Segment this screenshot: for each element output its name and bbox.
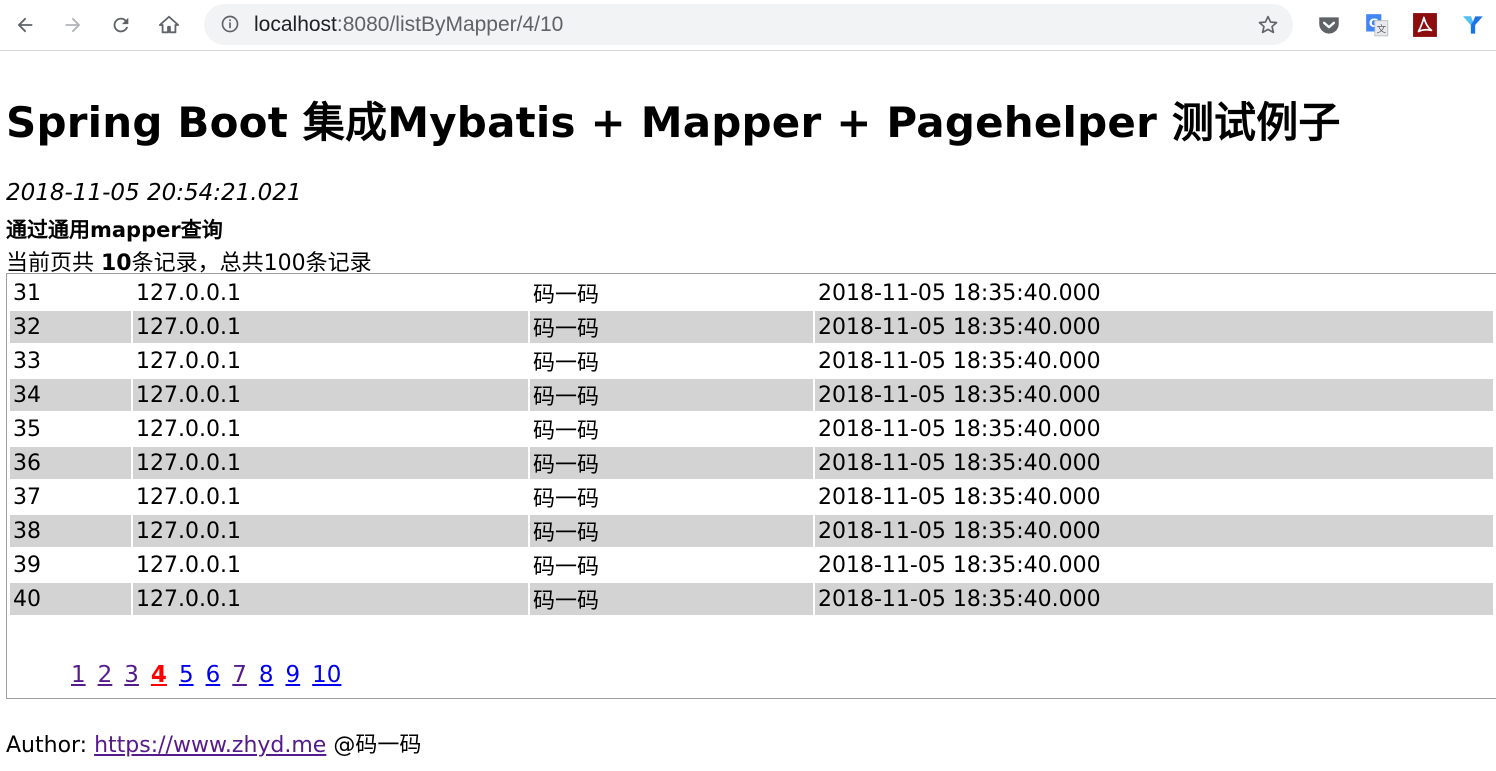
back-button[interactable] — [8, 8, 42, 42]
cell-id: 36 — [10, 447, 131, 479]
url-host: localhost — [254, 13, 337, 36]
cell-ip: 127.0.0.1 — [133, 583, 528, 615]
cell-time: 2018-11-05 18:35:40.000 — [815, 379, 1493, 411]
cell-time: 2018-11-05 18:35:40.000 — [818, 552, 1101, 578]
cell-user: 码一码 — [530, 311, 813, 343]
forward-icon — [65, 17, 81, 33]
table-row: 36 127.0.0.1 码一码 2018-11-05 18:35:40.000 — [10, 447, 1493, 479]
cell-time: 2018-11-05 18:35:40.000 — [815, 311, 1493, 343]
cell-user: 码一码 — [533, 283, 600, 308]
author-line: Author: https://www.zhyd.me @码一码 — [6, 727, 421, 759]
cell-id: 37 — [13, 484, 41, 510]
cell-time: 2018-11-05 18:35:40.000 — [818, 416, 1101, 442]
author-link[interactable]: https://www.zhyd.me — [94, 733, 326, 758]
cell-time: 2018-11-05 18:35:40.000 — [815, 583, 1493, 615]
forward-button[interactable] — [56, 8, 90, 42]
cell-ip: 127.0.0.1 — [133, 379, 528, 411]
reload-button[interactable] — [104, 8, 138, 42]
cell-id: 31 — [13, 280, 41, 306]
page-link-8[interactable]: 8 — [259, 662, 274, 688]
cell-id: 33 — [13, 348, 41, 374]
info-icon[interactable] — [220, 14, 240, 34]
cell-user: 码一码 — [533, 351, 600, 376]
cell-id: 38 — [10, 515, 131, 547]
acrobat-icon[interactable] — [1412, 12, 1438, 38]
table-row: 39 127.0.0.1 码一码 2018-11-05 18:35:40.000 — [10, 549, 1493, 581]
table-row: 38 127.0.0.1 码一码 2018-11-05 18:35:40.000 — [10, 515, 1493, 547]
cell-id: 32 — [10, 311, 131, 343]
page-link-10[interactable]: 10 — [312, 662, 341, 688]
page-link-4[interactable]: 4 — [151, 662, 167, 688]
page-title: Spring Boot 集成Mybatis + Mapper + Pagehel… — [6, 98, 1341, 147]
page-link-7[interactable]: 7 — [232, 662, 247, 688]
page-link-5[interactable]: 5 — [179, 662, 194, 688]
cell-ip: 127.0.0.1 — [136, 552, 241, 578]
records-table: 31 127.0.0.1 码一码 2018-11-05 18:35:40.000 32 1… — [8, 275, 1495, 617]
url-text[interactable]: localhost:8080/listByMapper/4/10 — [254, 4, 563, 45]
cell-id: 40 — [10, 583, 131, 615]
home-button[interactable] — [152, 8, 186, 42]
cell-ip: 127.0.0.1 — [136, 348, 241, 374]
url-path: :8080/listByMapper/4/10 — [336, 13, 564, 36]
cell-ip: 127.0.0.1 — [133, 515, 528, 547]
google-translate-icon[interactable]: G 文 — [1364, 12, 1390, 38]
page-content: Spring Boot 集成Mybatis + Mapper + Pagehel… — [0, 51, 1496, 771]
cell-time: 2018-11-05 18:35:40.000 — [818, 484, 1101, 510]
svg-text:文: 文 — [1376, 23, 1386, 36]
cell-time: 2018-11-05 18:35:40.000 — [815, 447, 1493, 479]
cell-ip: 127.0.0.1 — [133, 311, 528, 343]
table-row: 32 127.0.0.1 码一码 2018-11-05 18:35:40.000 — [10, 311, 1493, 343]
author-label: Author: — [6, 733, 95, 758]
table-row: 35 127.0.0.1 码一码 2018-11-05 18:35:40.000 — [10, 413, 1493, 445]
cell-user: 码一码 — [530, 447, 813, 479]
page-link-2[interactable]: 2 — [98, 662, 113, 688]
cell-ip: 127.0.0.1 — [136, 280, 241, 306]
table-row: 37 127.0.0.1 码一码 2018-11-05 18:35:40.000 — [10, 481, 1493, 513]
browser-toolbar: localhost:8080/listByMapper/4/10 G 文 — [0, 0, 1496, 51]
table-row: 33 127.0.0.1 码一码 2018-11-05 18:35:40.000 — [10, 345, 1493, 377]
results-panel: 31 127.0.0.1 码一码 2018-11-05 18:35:40.000 32 1… — [6, 273, 1496, 699]
cell-id: 34 — [10, 379, 131, 411]
table-row: 40 127.0.0.1 码一码 2018-11-05 18:35:40.000 — [10, 583, 1493, 615]
reload-icon — [113, 17, 129, 33]
pocket-icon[interactable] — [1316, 12, 1342, 38]
cell-ip: 127.0.0.1 — [133, 447, 528, 479]
page-link-6[interactable]: 6 — [206, 662, 221, 688]
cell-time: 2018-11-05 18:35:40.000 — [818, 280, 1101, 306]
back-icon — [17, 17, 33, 33]
page-link-9[interactable]: 9 — [286, 662, 301, 688]
pagination: 1 2 3 4 5 6 7 8 9 10 — [71, 662, 353, 688]
cell-id: 39 — [13, 552, 41, 578]
cell-user: 码一码 — [530, 583, 813, 615]
star-icon[interactable] — [1257, 14, 1279, 36]
extension-icon[interactable] — [1460, 12, 1486, 38]
cell-ip: 127.0.0.1 — [136, 416, 241, 442]
query-title: 通过通用mapper查询 — [6, 218, 223, 242]
cell-ip: 127.0.0.1 — [136, 484, 241, 510]
table-row: 31 127.0.0.1 码一码 2018-11-05 18:35:40.000 — [10, 277, 1493, 309]
address-bar[interactable]: localhost:8080/listByMapper/4/10 — [204, 4, 1293, 45]
page-link-3[interactable]: 3 — [124, 662, 139, 688]
cell-time: 2018-11-05 18:35:40.000 — [815, 515, 1493, 547]
cell-user: 码一码 — [530, 379, 813, 411]
cell-id: 35 — [13, 416, 41, 442]
page-link-1[interactable]: 1 — [71, 662, 86, 688]
cell-user: 码一码 — [533, 555, 600, 580]
table-row: 34 127.0.0.1 码一码 2018-11-05 18:35:40.000 — [10, 379, 1493, 411]
cell-user: 码一码 — [530, 515, 813, 547]
home-icon — [158, 15, 180, 34]
cell-time: 2018-11-05 18:35:40.000 — [818, 348, 1101, 374]
cell-user: 码一码 — [533, 487, 600, 512]
cell-user: 码一码 — [533, 419, 600, 444]
timestamp: 2018-11-05 20:54:21.021 — [6, 180, 302, 206]
author-suffix: @码一码 — [326, 733, 422, 758]
